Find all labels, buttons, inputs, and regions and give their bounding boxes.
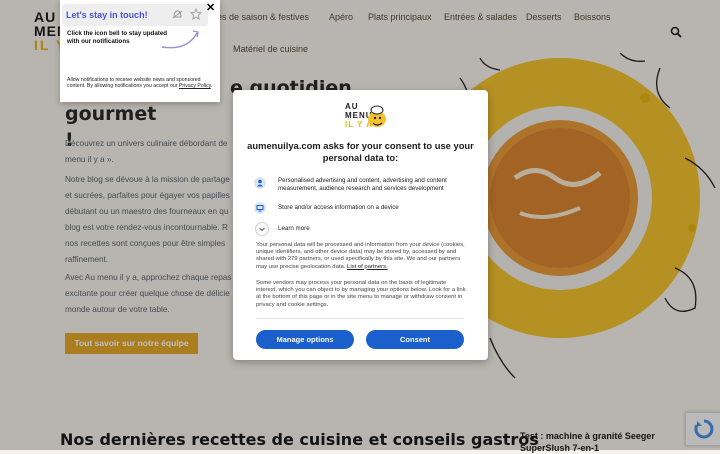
notification-subtitle: Click the icon bell to stay updated with…: [67, 30, 168, 45]
consent-logo: AU MENU IL Y A: [333, 100, 388, 134]
learn-more-label[interactable]: Learn more: [278, 225, 310, 232]
device-icon: [254, 202, 266, 214]
consent-button[interactable]: Consent: [366, 330, 464, 349]
purpose-text: Store and/or access information on a dev…: [278, 204, 399, 211]
chef-mascot-icon: [368, 105, 386, 127]
close-icon[interactable]: ✕: [206, 1, 215, 14]
notification-footer: Allow notifications to receive website n…: [67, 77, 213, 89]
consent-title: aumenuilya.com asks for your consent to …: [247, 140, 474, 163]
purpose-text: Personalised advertising and content, ad…: [278, 177, 447, 192]
privacy-policy-link[interactable]: Privacy Policy: [179, 83, 211, 89]
manage-options-button[interactable]: Manage options: [256, 330, 354, 349]
notification-prompt: Let's stay in touch! ✕ Click the icon be…: [60, 0, 220, 102]
arrow-icon: [161, 30, 199, 49]
consent-dialog: AU MENU IL Y A aumenuilya.com asks for y…: [233, 90, 488, 360]
person-icon: [254, 177, 266, 189]
star-icon: [190, 8, 202, 20]
chevron-down-icon[interactable]: [255, 222, 269, 236]
partners-link[interactable]: List of partners.: [347, 264, 388, 270]
consent-body-1: Your personal data will be processed and…: [256, 242, 466, 271]
divider: [256, 318, 464, 319]
notification-title: Let's stay in touch!: [66, 10, 148, 20]
bell-icon[interactable]: [171, 8, 184, 21]
consent-body-2: Some vendors may process your personal d…: [256, 280, 466, 308]
